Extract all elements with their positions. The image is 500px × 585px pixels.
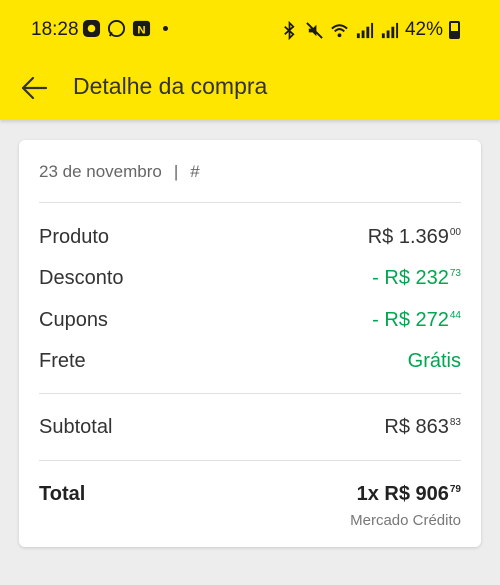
header-separator: | <box>173 162 179 181</box>
battery-percent: 42% <box>404 19 443 40</box>
app-notification-icon <box>82 19 101 38</box>
subtotal-amount: R$ 863 83 <box>384 416 461 438</box>
status-bar: 18:28 N 42% <box>0 0 500 54</box>
more-notifications-dot <box>163 26 168 31</box>
row-label: Desconto <box>39 267 124 289</box>
page-title: Detalhe da compra <box>73 73 268 99</box>
row-label: Produto <box>39 226 110 248</box>
row-desconto: Desconto - R$ 232 73 <box>39 267 461 290</box>
purchase-detail-card: 23 de novembro | # Produto R$ 1.369 00 De… <box>19 140 481 547</box>
payment-method: Mercado Crédito <box>350 512 461 529</box>
total-label: Total <box>39 483 86 505</box>
whatsapp-icon <box>107 19 126 38</box>
row-subtotal: Subtotal R$ 863 83 <box>39 416 461 439</box>
back-arrow-icon[interactable] <box>20 74 48 102</box>
signal-icon-2 <box>381 22 399 38</box>
notification-icons: N <box>82 19 168 38</box>
row-amount: - R$ 272 44 <box>372 309 461 331</box>
row-label: Cupons <box>39 309 108 331</box>
wifi-icon <box>331 23 348 37</box>
total-amount: 1x R$ 906 79 <box>356 483 461 505</box>
purchase-date: 23 de novembro <box>39 162 162 181</box>
row-amount: - R$ 232 73 <box>372 267 461 289</box>
system-status-icons: 42% <box>280 19 460 41</box>
signal-icon <box>356 22 374 38</box>
battery-icon <box>449 21 460 39</box>
subtotal-label: Subtotal <box>39 416 113 438</box>
row-produto: Produto R$ 1.369 00 <box>39 226 461 249</box>
bluetooth-icon <box>284 20 295 40</box>
purchase-header: 23 de novembro | # <box>39 162 200 182</box>
row-total: Total 1x R$ 906 79 <box>39 483 461 506</box>
row-amount: Grátis <box>407 350 461 372</box>
row-frete: Frete Grátis <box>39 350 461 373</box>
row-cupons: Cupons - R$ 272 44 <box>39 309 461 332</box>
status-time: 18:28 <box>31 19 79 40</box>
row-amount: R$ 1.369 00 <box>367 226 461 248</box>
svg-text:N: N <box>137 24 145 36</box>
mute-icon <box>306 21 323 39</box>
divider <box>39 460 461 461</box>
divider <box>39 393 461 394</box>
row-label: Frete <box>39 350 86 372</box>
netflix-n-icon: N <box>132 20 151 36</box>
purchase-id: # <box>190 162 200 181</box>
app-bar: Detalhe da compra <box>0 54 500 120</box>
divider <box>39 202 461 203</box>
